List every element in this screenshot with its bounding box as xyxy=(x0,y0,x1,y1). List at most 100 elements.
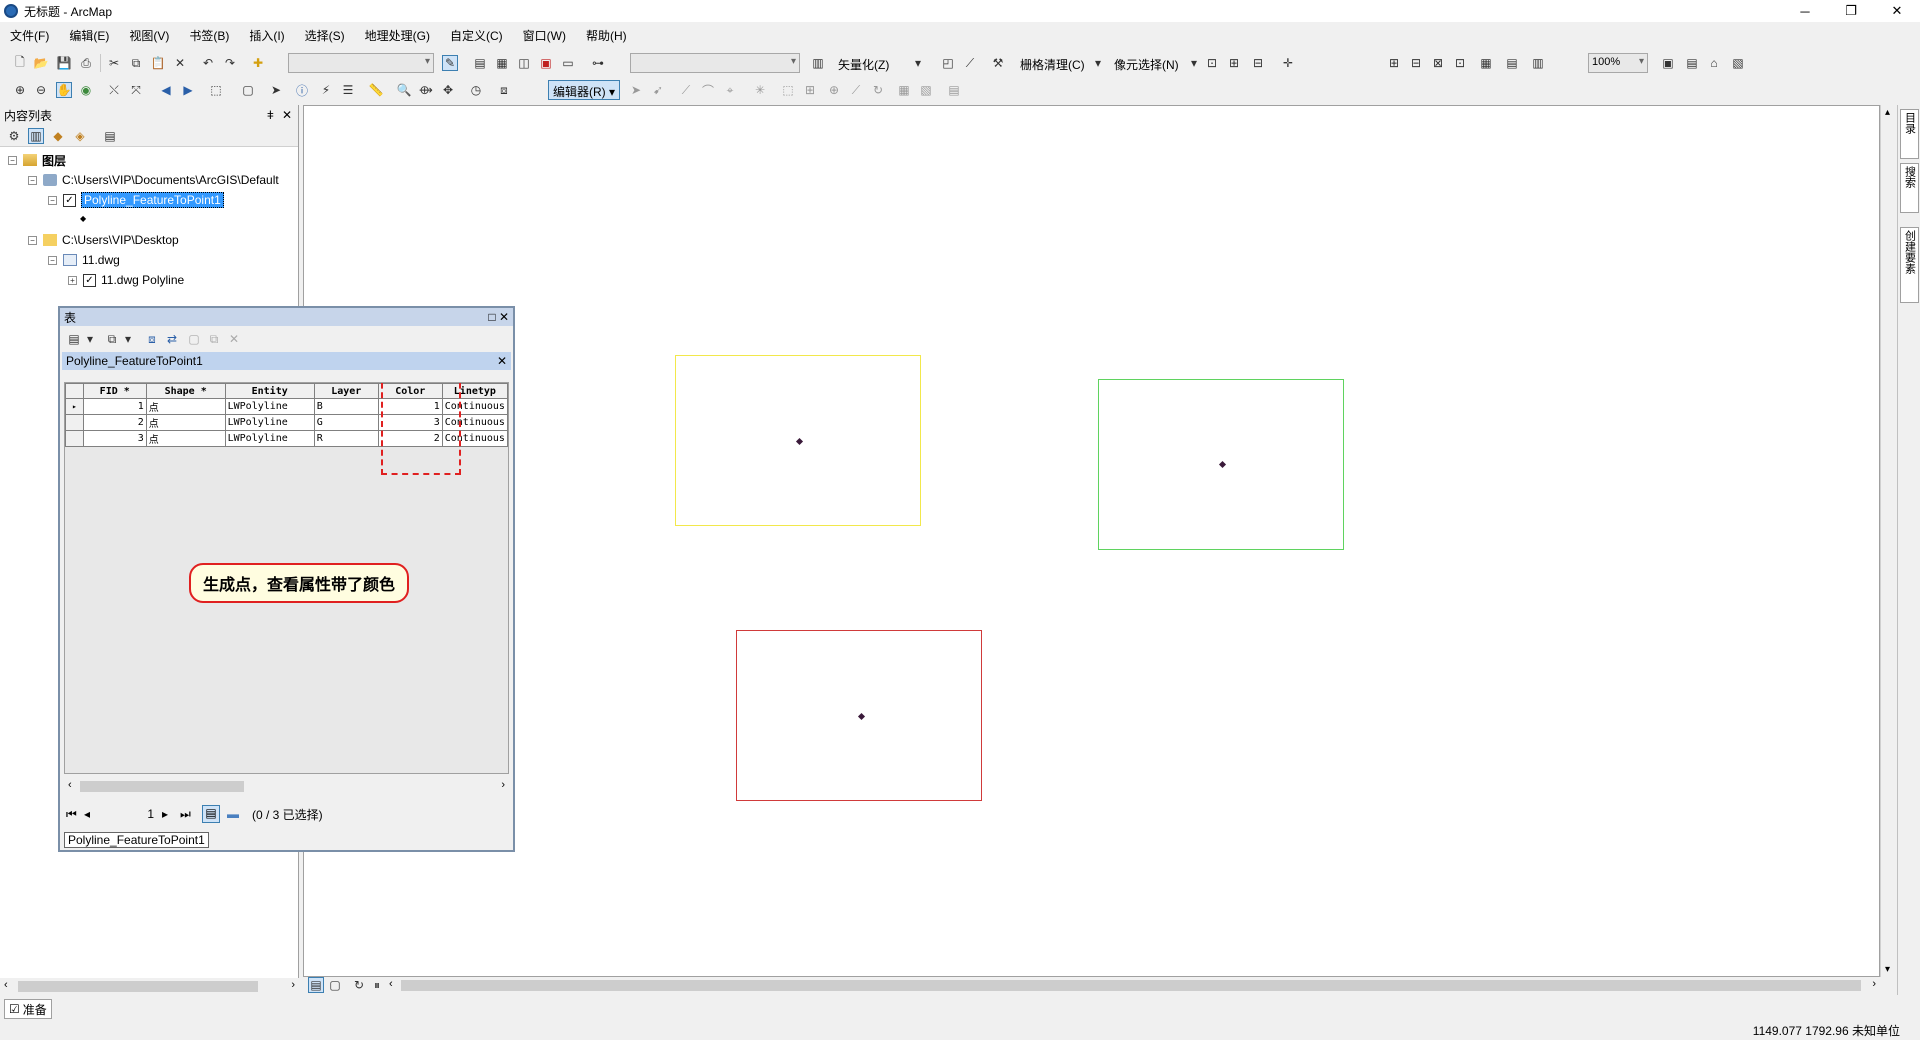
side-tab-search[interactable]: 搜索 xyxy=(1900,163,1919,213)
table-cell[interactable]: 3 xyxy=(82,430,147,447)
scroll-thumb[interactable] xyxy=(18,981,258,992)
tree-root[interactable]: − 图层 xyxy=(8,151,66,169)
layout-tool-2-icon[interactable]: ⊟ xyxy=(1408,55,1424,71)
python-window-icon[interactable]: ▭ xyxy=(560,55,576,71)
toc-close-icon[interactable]: ✕ xyxy=(282,108,292,122)
list-by-source-icon[interactable]: ▥ xyxy=(28,128,44,144)
hyperlink-icon[interactable]: ⚡ xyxy=(318,82,334,98)
table-cell[interactable]: LWPolyline xyxy=(224,430,315,447)
current-row-indicator-icon[interactable]: ▸ xyxy=(65,398,84,415)
cell-selection-dropdown-icon[interactable]: ▾ xyxy=(1186,55,1202,71)
menu-insert[interactable]: 插入(I) xyxy=(239,27,294,44)
layer-visibility-checkbox[interactable]: ✓ xyxy=(63,193,76,207)
table-horizontal-scrollbar[interactable]: ‹ › xyxy=(64,778,509,795)
menu-file[interactable]: 文件(F) xyxy=(0,27,59,44)
collapse-icon[interactable]: − xyxy=(28,175,37,185)
layout-tool-6-icon[interactable]: ▤ xyxy=(1504,55,1520,71)
layout-view-icon[interactable]: ▢ xyxy=(327,977,343,993)
table-of-contents-icon[interactable]: ▤ xyxy=(472,55,488,71)
column-header[interactable]: Entity xyxy=(224,383,315,399)
html-popup-icon[interactable]: ☰ xyxy=(340,82,356,98)
list-by-visibility-icon[interactable]: ◆ xyxy=(50,128,66,144)
arctoolbox-icon[interactable]: ▣ xyxy=(538,55,554,71)
forward-icon[interactable]: ▶ xyxy=(180,82,196,98)
change-layout-icon[interactable]: ▧ xyxy=(1730,55,1746,71)
table-cell[interactable]: B xyxy=(313,398,379,415)
print-icon[interactable]: ⎙ xyxy=(78,55,94,71)
back-icon[interactable]: ◀ xyxy=(158,82,174,98)
catalog-icon[interactable]: ▦ xyxy=(494,55,510,71)
copy-icon[interactable]: ⧉ xyxy=(128,55,144,71)
minimize-button[interactable]: ─ xyxy=(1782,0,1828,22)
open-folder-icon[interactable]: 📂 xyxy=(33,55,49,71)
show-all-records-icon[interactable]: ▤ xyxy=(202,805,220,823)
full-extent-icon[interactable]: ◉ xyxy=(78,82,94,98)
select-connected-icon[interactable]: ⊞ xyxy=(1226,55,1242,71)
generate-features-icon[interactable]: ⚒ xyxy=(990,55,1006,71)
time-slider-icon[interactable]: ◷ xyxy=(468,82,484,98)
find-icon[interactable]: 🔍 xyxy=(396,82,412,98)
show-selected-records-icon[interactable]: ▬ xyxy=(224,807,242,821)
expand-icon[interactable]: + xyxy=(68,275,77,285)
scroll-thumb[interactable] xyxy=(80,781,244,792)
interactive-select-icon[interactable]: ⊟ xyxy=(1250,55,1266,71)
close-button[interactable]: ✕ xyxy=(1874,0,1920,22)
layout-tool-3-icon[interactable]: ⊠ xyxy=(1430,55,1446,71)
map-view[interactable] xyxy=(303,105,1880,977)
focus-frame-icon[interactable]: ⌂ xyxy=(1706,55,1722,71)
row-selector[interactable] xyxy=(65,430,84,447)
trace-icon[interactable]: ◰ xyxy=(940,55,956,71)
scroll-left-icon[interactable]: ‹ xyxy=(68,779,72,791)
raster-cleanup-menu[interactable]: 栅格清理(C) xyxy=(1020,56,1085,73)
side-tab-catalog[interactable]: 目录 xyxy=(1900,109,1919,159)
measure-icon[interactable]: 📏 xyxy=(368,82,384,98)
table-cell[interactable]: LWPolyline xyxy=(224,414,315,431)
vectorize-menu[interactable]: 矢量化(Z) xyxy=(838,56,889,73)
toc-horizontal-scrollbar[interactable]: ‹ › xyxy=(0,978,299,995)
table-close-icon[interactable]: ✕ xyxy=(499,310,509,324)
menu-customize[interactable]: 自定义(C) xyxy=(440,27,513,44)
related-tables-dropdown-icon[interactable]: ▾ xyxy=(120,331,136,347)
select-elements-icon[interactable]: ➤ xyxy=(268,82,284,98)
cell-selection-menu[interactable]: 像元选择(N) xyxy=(1114,56,1179,73)
map-vertical-scrollbar[interactable]: ▴ ▾ xyxy=(1880,105,1897,977)
add-point-icon[interactable]: ✛ xyxy=(1280,55,1296,71)
identify-icon[interactable]: ⓘ xyxy=(294,82,310,98)
scale-combo[interactable] xyxy=(288,53,434,73)
menu-windows[interactable]: 窗口(W) xyxy=(513,27,576,44)
table-cell[interactable]: R xyxy=(313,430,379,447)
save-icon[interactable]: 💾 xyxy=(56,55,72,71)
switch-selection-icon[interactable]: ⇄ xyxy=(164,331,180,347)
column-header[interactable]: Shape * xyxy=(145,383,226,399)
raster-layer-combo[interactable] xyxy=(630,53,800,73)
map-horizontal-scrollbar[interactable]: ▤ ▢ ↻ ⏸ ‹ › xyxy=(303,977,1880,994)
collapse-icon[interactable]: − xyxy=(28,235,37,245)
select-by-rectangle-icon[interactable]: ⬚ xyxy=(208,82,224,98)
list-by-drawing-order-icon[interactable]: ⚙ xyxy=(6,128,22,144)
tree-item-desktop-folder[interactable]: − C:\Users\VIP\Desktop xyxy=(28,231,179,249)
layer-visibility-checkbox[interactable]: ✓ xyxy=(83,273,96,287)
column-header[interactable]: FID * xyxy=(82,383,147,399)
side-tab-create-features[interactable]: 创建要素 xyxy=(1900,227,1919,303)
zoom-in-icon[interactable]: ⊕ xyxy=(12,82,28,98)
table-cell[interactable]: G xyxy=(313,414,379,431)
layout-tool-7-icon[interactable]: ▥ xyxy=(1530,55,1546,71)
layout-view-icon[interactable]: ▣ xyxy=(1660,55,1676,71)
pan-icon[interactable]: ✋ xyxy=(56,82,72,98)
tree-item-dwg[interactable]: − 11.dwg xyxy=(48,251,120,269)
table-options-dropdown-icon[interactable]: ▾ xyxy=(82,331,98,347)
add-data-icon[interactable]: ✚ xyxy=(250,55,266,71)
cut-icon[interactable]: ✂ xyxy=(106,55,122,71)
layout-tool-5-icon[interactable]: ▦ xyxy=(1478,55,1494,71)
model-builder-icon[interactable]: ⊶ xyxy=(590,55,606,71)
editor-menu-button[interactable]: 编辑器(R) ▾ xyxy=(548,80,621,100)
vectorize-dropdown-icon[interactable]: ▾ xyxy=(910,55,926,71)
collapse-icon[interactable]: − xyxy=(48,255,57,265)
scroll-down-icon[interactable]: ▾ xyxy=(1885,964,1890,975)
list-by-selection-icon[interactable]: ◈ xyxy=(72,128,88,144)
pin-icon[interactable]: ǂ xyxy=(267,108,274,122)
tree-item-point-layer[interactable]: − ✓ Polyline_FeatureToPoint1 xyxy=(48,191,224,209)
layout-tool-4-icon[interactable]: ⊡ xyxy=(1452,55,1468,71)
pause-drawing-icon[interactable]: ⏸ xyxy=(369,977,385,993)
previous-record-icon[interactable]: ◂ xyxy=(84,807,102,821)
